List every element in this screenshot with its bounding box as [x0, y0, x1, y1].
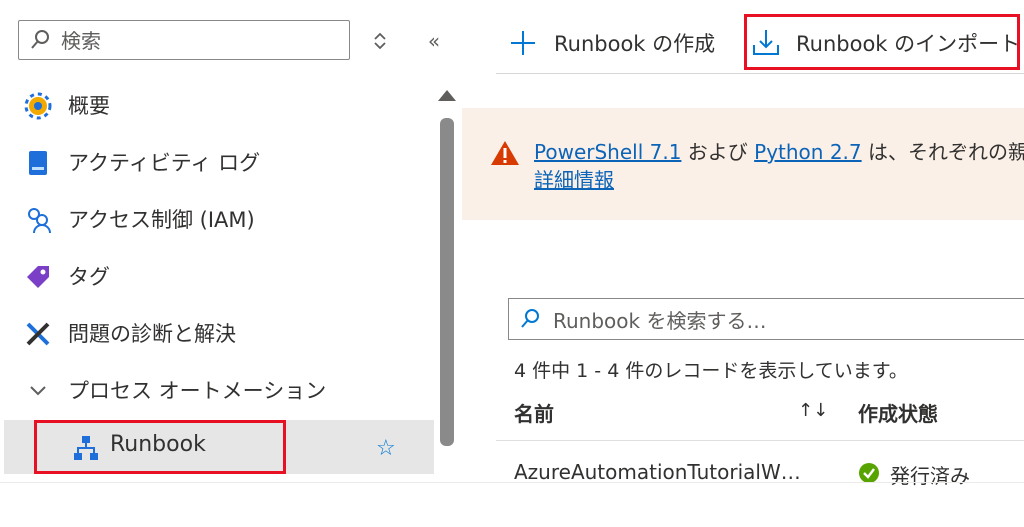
sidebar-item-tags[interactable]: タグ	[0, 249, 436, 305]
sidebar-item-label: 問題の診断と解決	[68, 322, 236, 346]
runbook-status: 発行済み	[890, 464, 970, 488]
sidebar-item-activity-log[interactable]: アクティビティ ログ	[0, 135, 436, 191]
tag-icon	[24, 263, 52, 291]
record-count: 4 件中 1 - 4 件のレコードを表示しています。	[514, 360, 908, 382]
sidebar-scrollbar[interactable]	[440, 118, 454, 446]
create-runbook-label: Runbook の作成	[554, 32, 716, 56]
create-runbook-button[interactable]: Runbook の作成	[510, 26, 730, 60]
favorite-star-icon[interactable]: ☆	[376, 436, 396, 461]
download-icon	[752, 28, 780, 61]
runbook-search-input[interactable]	[551, 305, 1015, 337]
column-header-status[interactable]: 作成状態	[858, 398, 938, 427]
people-access-icon	[24, 206, 52, 234]
sidebar-item-label: アクセス制御 (IAM)	[68, 208, 255, 232]
wrench-icon	[24, 320, 52, 348]
sidebar-item-iam[interactable]: アクセス制御 (IAM)	[0, 192, 436, 248]
runbook-name-link[interactable]: AzureAutomationTutorialW…	[514, 460, 801, 484]
runbook-search[interactable]	[508, 298, 1024, 340]
sidebar-item-label: Runbook	[110, 432, 206, 457]
sidebar-item-runbook[interactable]: Runbook	[4, 420, 434, 474]
warning-icon	[490, 140, 520, 170]
import-runbook-label: Runbook のインポート	[796, 32, 1021, 56]
activity-log-icon	[24, 149, 52, 177]
column-header-name[interactable]: 名前	[514, 398, 554, 427]
plus-icon	[510, 30, 536, 61]
sidebar-search-input[interactable]	[59, 25, 343, 57]
import-runbook-button[interactable]: Runbook のインポート	[752, 26, 1022, 60]
sidebar-group-process-automation[interactable]: プロセス オートメーション	[0, 363, 436, 419]
bottom-divider	[0, 482, 1024, 483]
chevron-down-icon	[24, 377, 52, 405]
sort-arrows-icon[interactable]: ↑↓	[798, 400, 828, 421]
sidebar-item-label: アクティビティ ログ	[68, 151, 261, 175]
python-link[interactable]: Python 2.7	[754, 140, 862, 164]
success-check-icon	[858, 462, 880, 488]
warning-text-1: および	[681, 140, 755, 164]
sidebar-search[interactable]	[18, 20, 350, 60]
search-icon	[519, 308, 541, 334]
powershell-link[interactable]: PowerShell 7.1	[534, 140, 681, 164]
collapse-sidebar-icon[interactable]: «	[420, 27, 448, 55]
sidebar-group-label: プロセス オートメーション	[68, 379, 327, 403]
command-bar-divider	[496, 73, 1024, 74]
sidebar-item-overview[interactable]: 概要	[0, 78, 436, 134]
sort-toggle-icon[interactable]	[368, 29, 392, 53]
more-info-link[interactable]: 詳細情報	[534, 168, 614, 192]
sidebar-item-label: 概要	[68, 94, 110, 118]
sidebar-item-diagnose[interactable]: 問題の診断と解決	[0, 306, 436, 362]
header-divider	[496, 440, 1024, 441]
warning-message: PowerShell 7.1 および Python 2.7 は、それぞれの親製 …	[534, 138, 1024, 194]
gear-overview-icon	[24, 92, 52, 120]
sidebar-item-label: タグ	[68, 265, 110, 289]
scroll-up-arrow-icon[interactable]	[438, 90, 456, 101]
warning-text-2: は、それぞれの親製	[867, 140, 1024, 164]
search-icon	[29, 29, 51, 55]
runbook-hierarchy-icon	[72, 434, 100, 462]
